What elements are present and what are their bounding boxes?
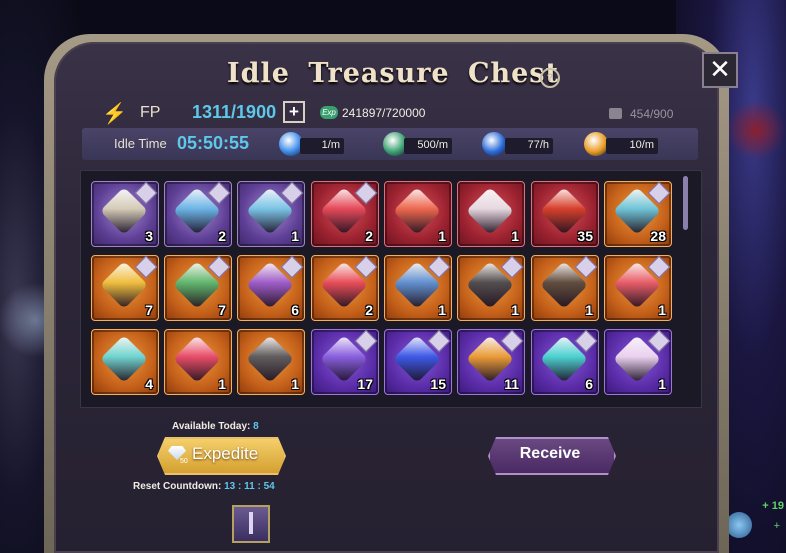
reward-item-tile[interactable]: 1 — [604, 329, 672, 395]
reward-item-tile[interactable]: 1 — [457, 255, 525, 321]
reward-item-tile[interactable]: 3 — [91, 181, 159, 247]
rate-value: 10/m — [629, 139, 654, 151]
item-count: 1 — [291, 376, 299, 392]
item-count: 15 — [430, 376, 446, 392]
help-icon[interactable]: ? — [540, 68, 560, 88]
reward-item-tile[interactable]: 1 — [531, 255, 599, 321]
lightning-icon: ⚡ — [102, 103, 127, 125]
reward-item-tile[interactable]: 4 — [91, 329, 159, 395]
item-count: 1 — [291, 228, 299, 244]
item-count: 35 — [577, 228, 593, 244]
rate-value: 500/m — [417, 139, 448, 151]
page-title: Idle Treasure Chest — [227, 58, 559, 89]
item-count: 7 — [218, 302, 226, 318]
receive-label: Receive — [519, 445, 581, 462]
close-button[interactable]: ✕ — [702, 52, 738, 88]
item-count: 1 — [511, 228, 519, 244]
reward-item-tile[interactable]: 2 — [164, 181, 232, 247]
reward-item-tile[interactable]: 1 — [164, 329, 232, 395]
fp-label: FP — [140, 104, 161, 121]
bag-capacity: 454/900 — [630, 107, 674, 121]
available-today: Available Today: 8 — [172, 421, 259, 432]
item-count: 6 — [291, 302, 299, 318]
item-icon — [172, 334, 222, 384]
reward-item-tile[interactable]: 1 — [237, 181, 305, 247]
background-red-glow — [726, 100, 786, 160]
item-count: 1 — [658, 302, 666, 318]
expedite-label: Expedite — [192, 444, 259, 463]
side-number: + 19 — [762, 500, 784, 512]
item-count: 1 — [585, 302, 593, 318]
item-count: 1 — [218, 376, 226, 392]
reward-item-tile[interactable]: 1 — [384, 255, 452, 321]
item-count: 2 — [365, 228, 373, 244]
idle-time-label: Idle Time — [114, 136, 167, 151]
item-count: 17 — [357, 376, 373, 392]
rate-value: 1/m — [321, 139, 340, 151]
reward-item-tile[interactable]: 35 — [531, 181, 599, 247]
reset-countdown: Reset Countdown: 13 : 11 : 54 — [133, 481, 275, 492]
reward-item-tile[interactable]: 28 — [604, 181, 672, 247]
item-icon — [99, 334, 149, 384]
item-icon — [392, 186, 442, 236]
reward-item-tile[interactable]: 11 — [457, 329, 525, 395]
exp-value: 241897/720000 — [342, 106, 426, 120]
item-icon — [465, 186, 515, 236]
side-plus: + — [773, 520, 780, 532]
reward-item-tile[interactable]: 15 — [384, 329, 452, 395]
reward-item-tile[interactable]: 1 — [384, 181, 452, 247]
reward-item-tile[interactable]: 7 — [91, 255, 159, 321]
idle-time-value: 05:50:55 — [177, 133, 250, 153]
side-diamond-icon — [726, 512, 752, 538]
rate-value: 77/h — [527, 139, 549, 151]
item-count: 6 — [585, 376, 593, 392]
fp-value: 1311/1900 — [192, 102, 277, 122]
item-icon — [245, 334, 295, 384]
exp-icon: Exp — [320, 106, 338, 119]
item-count: 1 — [658, 376, 666, 392]
reward-item-tile[interactable]: 6 — [237, 255, 305, 321]
reward-item-tile[interactable]: 1 — [237, 329, 305, 395]
reward-item-tile[interactable]: 2 — [311, 255, 379, 321]
item-count: 28 — [650, 228, 666, 244]
item-count: 11 — [504, 376, 519, 392]
item-count: 2 — [218, 228, 226, 244]
item-count: 4 — [145, 376, 153, 392]
item-count: 1 — [511, 302, 519, 318]
bag-icon — [609, 108, 622, 119]
item-count: 3 — [145, 228, 153, 244]
expedite-cost: 50 — [180, 458, 188, 465]
sword-icon[interactable] — [232, 505, 270, 543]
reward-item-tile[interactable]: 2 — [311, 181, 379, 247]
reward-item-tile[interactable]: 7 — [164, 255, 232, 321]
grid-scrollbar[interactable] — [683, 176, 688, 230]
blue-orb-icon — [482, 132, 506, 156]
reward-item-tile[interactable]: 6 — [531, 329, 599, 395]
item-count: 7 — [145, 302, 153, 318]
item-count: 2 — [365, 302, 373, 318]
add-fp-button[interactable]: + — [283, 101, 305, 123]
reward-item-tile[interactable]: 1 — [604, 255, 672, 321]
reward-item-tile[interactable]: 17 — [311, 329, 379, 395]
reward-item-tile[interactable]: 1 — [457, 181, 525, 247]
gold-coin-icon — [584, 132, 608, 156]
item-count: 1 — [438, 302, 446, 318]
item-count: 1 — [438, 228, 446, 244]
